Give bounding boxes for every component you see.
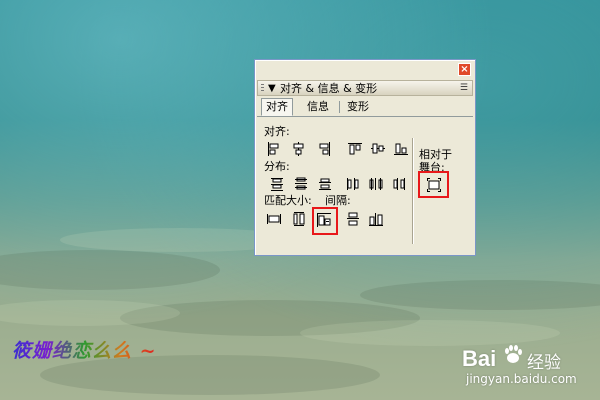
align-section-label: 对齐:: [264, 125, 290, 138]
spacing-section-label: 间隔:: [325, 194, 351, 207]
match-height-icon[interactable]: [291, 211, 307, 227]
distribute-left-icon[interactable]: [345, 176, 361, 192]
tab-transform[interactable]: 变形: [343, 99, 373, 115]
align-vertical-center-icon[interactable]: [370, 141, 386, 157]
options-menu-icon[interactable]: ☰: [460, 83, 468, 93]
tab-separator: [339, 101, 340, 113]
panel-divider: [412, 138, 414, 244]
align-right-icon[interactable]: [316, 141, 332, 157]
distribute-vertical-center-icon[interactable]: [293, 176, 309, 192]
paw-icon: [505, 345, 522, 363]
collapse-arrow-icon[interactable]: ▼: [268, 81, 276, 96]
align-left-icon[interactable]: [266, 141, 282, 157]
highlight-to-stage: [418, 171, 449, 198]
align-top-icon[interactable]: [347, 141, 363, 157]
distribute-horizontal-center-icon[interactable]: [368, 176, 384, 192]
drag-grip-icon[interactable]: [261, 84, 264, 93]
tab-info[interactable]: 信息: [303, 99, 333, 115]
baidu-logo-text: Bai: [462, 346, 497, 371]
highlight-match-size: [312, 207, 338, 235]
align-info-transform-panel: × ▼ 对齐 & 信息 & 变形 ☰ 对齐 信息 变形 对齐: 分布: 匹配大小…: [254, 59, 476, 256]
watermark-url: jingyan.baidu.com: [466, 372, 577, 386]
signature-watermark: 筱姗绝恋么么 ~: [12, 336, 157, 363]
panel-title: 对齐 & 信息 & 变形: [280, 82, 378, 95]
distribute-section-label: 分布:: [264, 160, 290, 173]
relative-to-label: 相对于: [419, 148, 452, 161]
align-horizontal-center-icon[interactable]: [291, 141, 307, 157]
jingyan-logo-text: 经验: [527, 353, 561, 373]
close-button[interactable]: ×: [458, 63, 471, 76]
space-evenly-horizontal-icon[interactable]: [368, 211, 384, 227]
space-evenly-vertical-icon[interactable]: [345, 211, 361, 227]
panel-tabs: 对齐 信息 变形: [257, 98, 473, 117]
distribute-right-icon[interactable]: [391, 176, 407, 192]
align-bottom-icon[interactable]: [393, 141, 409, 157]
distribute-bottom-icon[interactable]: [317, 176, 333, 192]
tab-align[interactable]: 对齐: [261, 98, 293, 116]
distribute-top-icon[interactable]: [269, 176, 285, 192]
panel-titlebar[interactable]: ▼ 对齐 & 信息 & 变形 ☰: [257, 80, 473, 96]
match-width-icon[interactable]: [266, 211, 282, 227]
match-size-section-label: 匹配大小:: [264, 194, 312, 207]
